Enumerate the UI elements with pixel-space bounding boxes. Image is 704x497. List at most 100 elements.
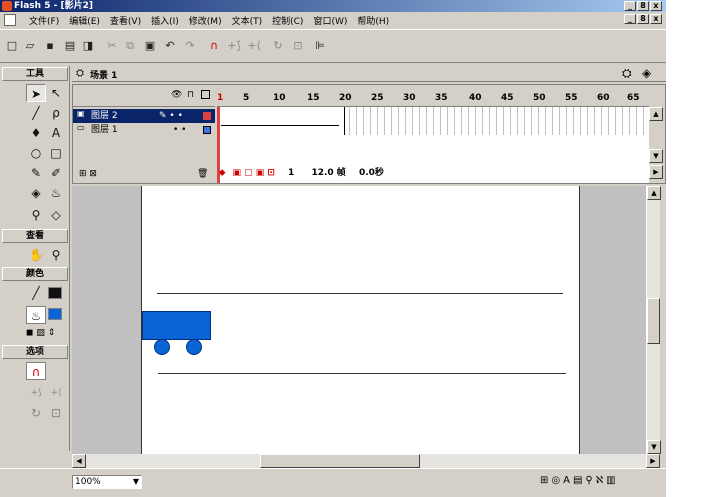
brush-tool-icon[interactable]: ✐ [46,164,66,182]
redo-icon[interactable]: ↷ [182,38,198,54]
pen-tool-icon[interactable]: ♦ [26,124,46,142]
bottom-line-shape[interactable] [158,373,566,374]
lasso-tool-icon[interactable]: ρ [46,104,66,122]
snap-icon[interactable]: ∩ [206,38,222,54]
frame-number-35: 35 [435,93,448,103]
lock-icon[interactable]: ⊓ [187,90,194,100]
smooth-icon[interactable]: +⟆ [226,38,242,54]
dropper-tool-icon[interactable]: ⚲ [26,206,46,224]
scroll-down-icon[interactable]: ▼ [647,440,661,454]
delete-layer-icon[interactable]: 🗑 [197,169,208,179]
stage-canvas[interactable] [141,186,580,454]
print-preview-icon[interactable]: ◨ [80,38,96,54]
magnet-option-icon[interactable]: ∩ [26,362,46,380]
frame-number-60: 60 [597,93,610,103]
onion-skin-icon[interactable]: ▣ ▢ ▣ ⊡ [232,168,274,178]
doc-restore-button[interactable]: 8 [637,14,649,24]
cart-wheel-left[interactable] [154,339,170,355]
ink-bottle-tool-icon[interactable]: ◈ [26,184,46,202]
outline-icon[interactable] [201,90,210,99]
timeline-panel: 👁 ⊓ 图层 2 ✎ • • 图层 1 • • ▣ ▭ ⊞ ⊠ 🗑 1 5 10… [72,84,666,184]
undo-icon[interactable]: ↶ [162,38,178,54]
scroll-right-icon[interactable]: ▶ [646,454,660,468]
rotate-option-icon[interactable]: ↻ [26,404,46,422]
cut-icon[interactable]: ✂ [104,38,120,54]
menu-insert[interactable]: 插入(I) [146,14,184,27]
layer-2-name: 图层 2 [91,111,118,121]
edit-scene-icon[interactable]: ⛭ [622,66,632,81]
flash-app-icon [2,1,12,11]
insert-layer-icon[interactable]: ⊞ ⊠ [79,169,97,179]
menu-text[interactable]: 文本(T) [227,14,268,27]
vertical-scroll-thumb[interactable] [647,298,660,344]
scroll-left-icon[interactable]: ◀ [72,454,86,468]
minimize-button[interactable]: _ [624,1,636,11]
stage-horizontal-scrollbar[interactable]: ◀ ▶ [72,454,660,468]
pencil-tool-icon[interactable]: ✎ [26,164,46,182]
paint-bucket-tool-icon[interactable]: ♨ [46,184,66,202]
timeline-scroll-right[interactable]: ▶ [649,165,663,179]
top-line-shape[interactable] [157,293,563,294]
eraser-tool-icon[interactable]: ◇ [46,206,66,224]
scale-option-icon[interactable]: ⊡ [46,404,66,422]
menu-control[interactable]: 控制(C) [267,14,308,27]
close-button[interactable]: x [650,1,662,11]
layer-row-2[interactable]: 图层 2 ✎ • • [73,109,215,123]
stroke-color-icon[interactable]: ╱ [26,284,46,302]
layer-2-icon: ▣ [77,109,85,118]
menu-edit[interactable]: 编辑(E) [64,14,105,27]
menu-help[interactable]: 帮助(H) [352,14,394,27]
menu-view[interactable]: 查看(V) [105,14,146,27]
restore-button[interactable]: 8 [637,1,649,11]
layer-1-color-swatch[interactable] [203,126,211,134]
print-icon[interactable]: ▤ [62,38,78,54]
timeline-scroll-up[interactable]: ▲ [649,107,663,121]
stroke-color-swatch[interactable] [48,287,62,299]
layer-row-1[interactable]: 图层 1 • • [73,123,215,137]
text-tool-icon[interactable]: A [46,124,66,142]
edit-symbols-icon[interactable]: ◈ [642,66,651,80]
frames-area[interactable]: 1 5 10 15 20 25 30 35 40 45 50 55 60 65 … [217,85,649,183]
eye-icon[interactable]: 👁 [171,90,182,100]
cart-wheel-right[interactable] [186,339,202,355]
center-frame-icon[interactable]: ⬥ [219,168,225,178]
scene-label: 场景 1 [90,71,118,81]
smooth-option-icon[interactable]: +⟆ [26,384,46,402]
color-options-icon[interactable]: ◼ ▨ ⇕ [26,328,66,338]
horizontal-scroll-thumb[interactable] [260,454,420,468]
subselect-tool-icon[interactable]: ↖ [46,84,66,102]
stage-vertical-scrollbar[interactable]: ▲ ▼ [646,186,661,454]
scroll-up-icon[interactable]: ▲ [647,186,661,200]
frame-number-50: 50 [533,93,546,103]
paste-icon[interactable]: ▣ [142,38,158,54]
timeline-scroll-down[interactable]: ▼ [649,149,663,163]
menu-window[interactable]: 窗口(W) [308,14,352,27]
doc-minimize-button[interactable]: _ [624,14,636,24]
hand-tool-icon[interactable]: ✋ [26,246,46,264]
line-tool-icon[interactable]: ╱ [26,104,46,122]
save-icon[interactable]: ▪ [42,38,58,54]
align-icon[interactable]: ⊫ [312,38,328,54]
zoom-tool-icon[interactable]: ⚲ [46,246,66,264]
rectangle-tool-icon[interactable]: □ [46,144,66,162]
launcher-icons[interactable]: ⊞◎A▤⚲ℵ▥ [540,475,619,486]
copy-icon[interactable]: ⧉ [122,38,138,54]
rotate-icon[interactable]: ↻ [270,38,286,54]
cart-body-shape[interactable] [142,311,211,340]
straighten-option-icon[interactable]: +⟨ [46,384,66,402]
doc-close-button[interactable]: x [650,14,662,24]
arrow-tool-icon[interactable]: ➤ [26,84,46,102]
zoom-select[interactable]: 100% ▼ [72,475,142,489]
menu-file[interactable]: 文件(F) [24,14,64,27]
menu-modify[interactable]: 修改(M) [184,14,227,27]
frame-number-5: 5 [243,93,250,103]
fill-color-swatch[interactable] [48,308,62,320]
scale-icon[interactable]: ⊡ [290,38,306,54]
layer-2-color-swatch[interactable] [203,112,211,120]
straighten-icon[interactable]: +⟨ [246,38,262,54]
new-icon[interactable]: □ [4,38,20,54]
open-icon[interactable]: ▱ [22,38,38,54]
oval-tool-icon[interactable]: ○ [26,144,46,162]
fill-color-icon[interactable]: ♨ [26,306,46,324]
layer-header: 👁 ⊓ [73,85,215,107]
